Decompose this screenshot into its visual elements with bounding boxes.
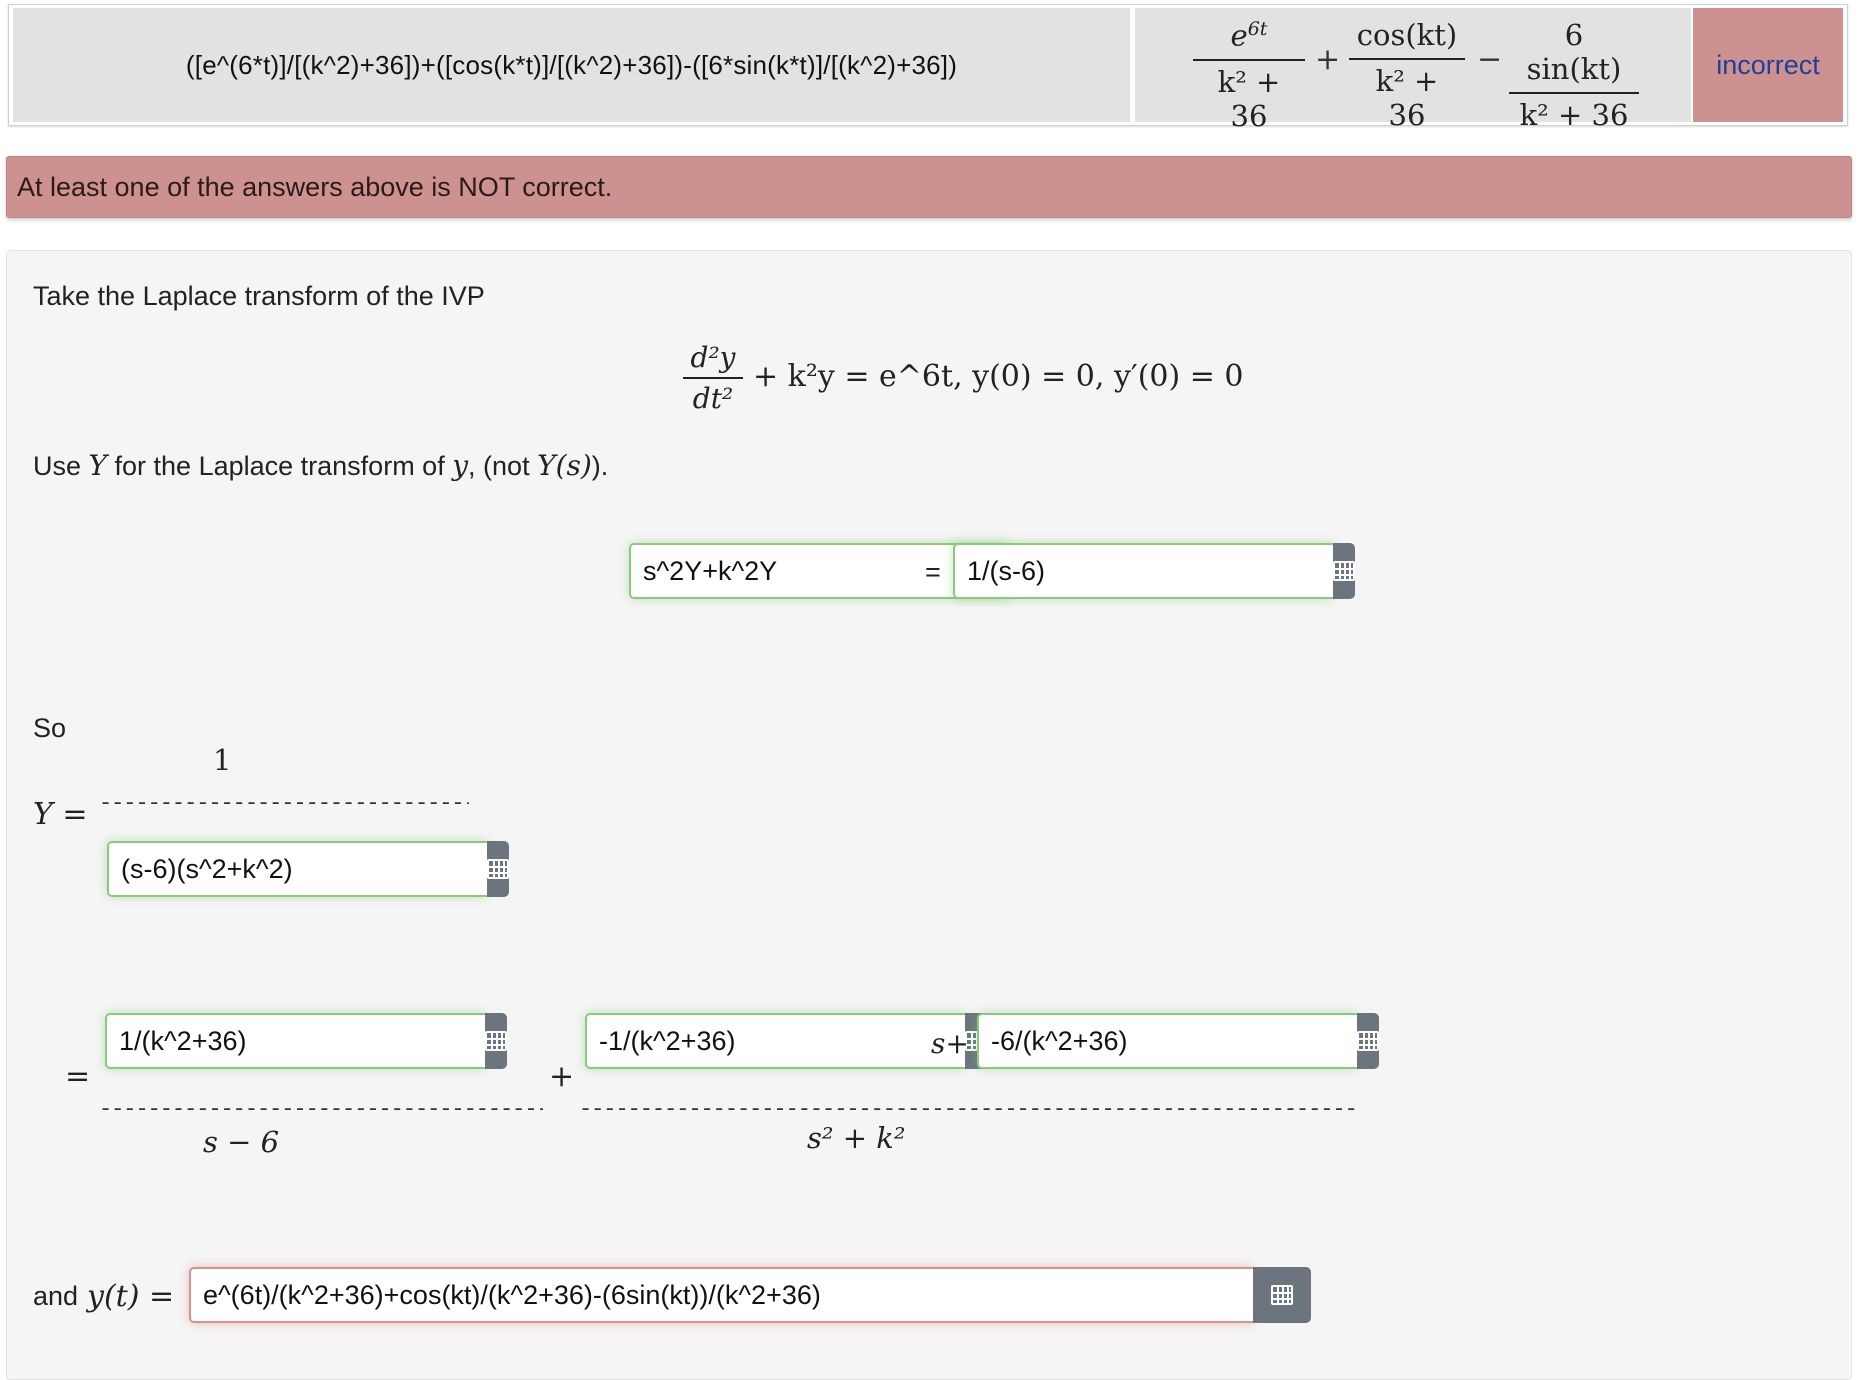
pf-B-input[interactable]	[585, 1013, 965, 1069]
pf-BC-fraction-bar: ----------------------------------------…	[579, 1097, 1359, 1122]
equation-rest: + k²y = e^6t, y(0) = 0, y′(0) = 0	[753, 359, 1244, 394]
derivative-numerator: d²y	[690, 341, 736, 374]
and-label: and	[33, 1281, 79, 1311]
lhs-input[interactable]	[629, 543, 1009, 599]
so-label: So	[33, 713, 67, 743]
yt-label: y(t) =	[87, 1279, 175, 1314]
status-incorrect: incorrect	[1693, 8, 1843, 122]
grid-icon	[1333, 561, 1355, 581]
problem-panel: Take the Laplace transform of the IVP d²…	[6, 250, 1852, 1380]
rhs-input[interactable]	[953, 543, 1333, 599]
preview-term-3-numerator: 6 sin(kt)	[1526, 18, 1622, 86]
yt-editor-button[interactable]	[1253, 1267, 1311, 1323]
ivp-equation: d²y dt² + k²y = e^6t, y(0) = 0, y′(0) = …	[683, 341, 1244, 421]
preview-op-minus: −	[1477, 42, 1503, 77]
Y-label: Y =	[33, 797, 88, 832]
equals-sign: =	[925, 557, 941, 587]
pf-s-plus: s+	[931, 1027, 969, 1060]
rhs-answer	[953, 543, 1355, 599]
note-end: ).	[591, 451, 609, 481]
preview-term-1: e6t k² + 36	[1193, 18, 1305, 133]
note-Ys: Y(s)	[537, 449, 592, 482]
note-suffix: , (not	[468, 451, 530, 481]
yt-input[interactable]	[189, 1267, 1253, 1323]
problem-intro: Take the Laplace transform of the IVP	[33, 281, 485, 311]
Y-denominator-answer	[107, 841, 509, 897]
preview-term-3-denominator: k² + 36	[1519, 98, 1629, 132]
entered-answer: ([e^(6*t)]/[(k^2)+36])+([cos(k*t)]/[(k^2…	[13, 8, 1132, 122]
pf-A-editor-button[interactable]	[485, 1013, 507, 1069]
pf-B-answer	[585, 1013, 987, 1069]
pf-plus: +	[549, 1059, 575, 1094]
pf-A-answer	[105, 1013, 507, 1069]
lhs-answer	[629, 543, 1031, 599]
pf-A-fraction-bar: ----------------------------------------…	[99, 1097, 543, 1122]
note-mid: for the Laplace transform of	[114, 451, 445, 481]
pf-A-input[interactable]	[105, 1013, 485, 1069]
Y-fraction-bar: ----------------------------------------…	[99, 791, 469, 816]
pf-C-editor-button[interactable]	[1357, 1013, 1379, 1069]
preview-term-2: cos(kt) k² + 36	[1349, 18, 1465, 132]
note-y: y	[452, 449, 469, 482]
derivative-denominator: dt²	[692, 382, 734, 415]
pf-A-denominator: s − 6	[203, 1125, 280, 1159]
pf-equals: =	[65, 1059, 91, 1094]
grid-icon	[1357, 1031, 1379, 1051]
rhs-equation-editor-button[interactable]	[1333, 543, 1355, 599]
yt-answer	[189, 1267, 1311, 1323]
grid-icon	[485, 1031, 507, 1051]
answer-preview: e6t k² + 36 + cos(kt) k² + 36 − 6 sin(kt…	[1135, 8, 1693, 133]
preview-term-2-numerator: cos(kt)	[1356, 18, 1458, 52]
pf-C-answer	[977, 1013, 1379, 1069]
preview-op-plus: +	[1315, 42, 1341, 77]
Y-denominator-input[interactable]	[107, 841, 487, 897]
notation-note: Use Y for the Laplace transform of y, (n…	[33, 449, 608, 482]
derivative-fraction: d²y dt²	[683, 341, 743, 415]
note-Y: Y	[88, 449, 108, 482]
results-table: ([e^(6*t)]/[(k^2)+36])+([cos(k*t)]/[(k^2…	[8, 4, 1848, 133]
grid-icon	[487, 859, 509, 879]
pf-C-input[interactable]	[977, 1013, 1357, 1069]
incorrect-alert: At least one of the answers above is NOT…	[6, 156, 1852, 218]
preview-term-1-numerator: e6t	[1230, 18, 1268, 53]
preview-term-3: 6 sin(kt) k² + 36	[1509, 18, 1639, 132]
note-prefix: Use	[33, 451, 82, 481]
grid-icon	[1271, 1285, 1293, 1305]
Y-numerator: 1	[213, 743, 232, 777]
preview-term-2-denominator: k² + 36	[1375, 64, 1439, 132]
Y-denominator-editor-button[interactable]	[487, 841, 509, 897]
preview-term-1-denominator: k² + 36	[1217, 64, 1281, 133]
pf-BC-denominator: s² + k²	[807, 1121, 906, 1155]
